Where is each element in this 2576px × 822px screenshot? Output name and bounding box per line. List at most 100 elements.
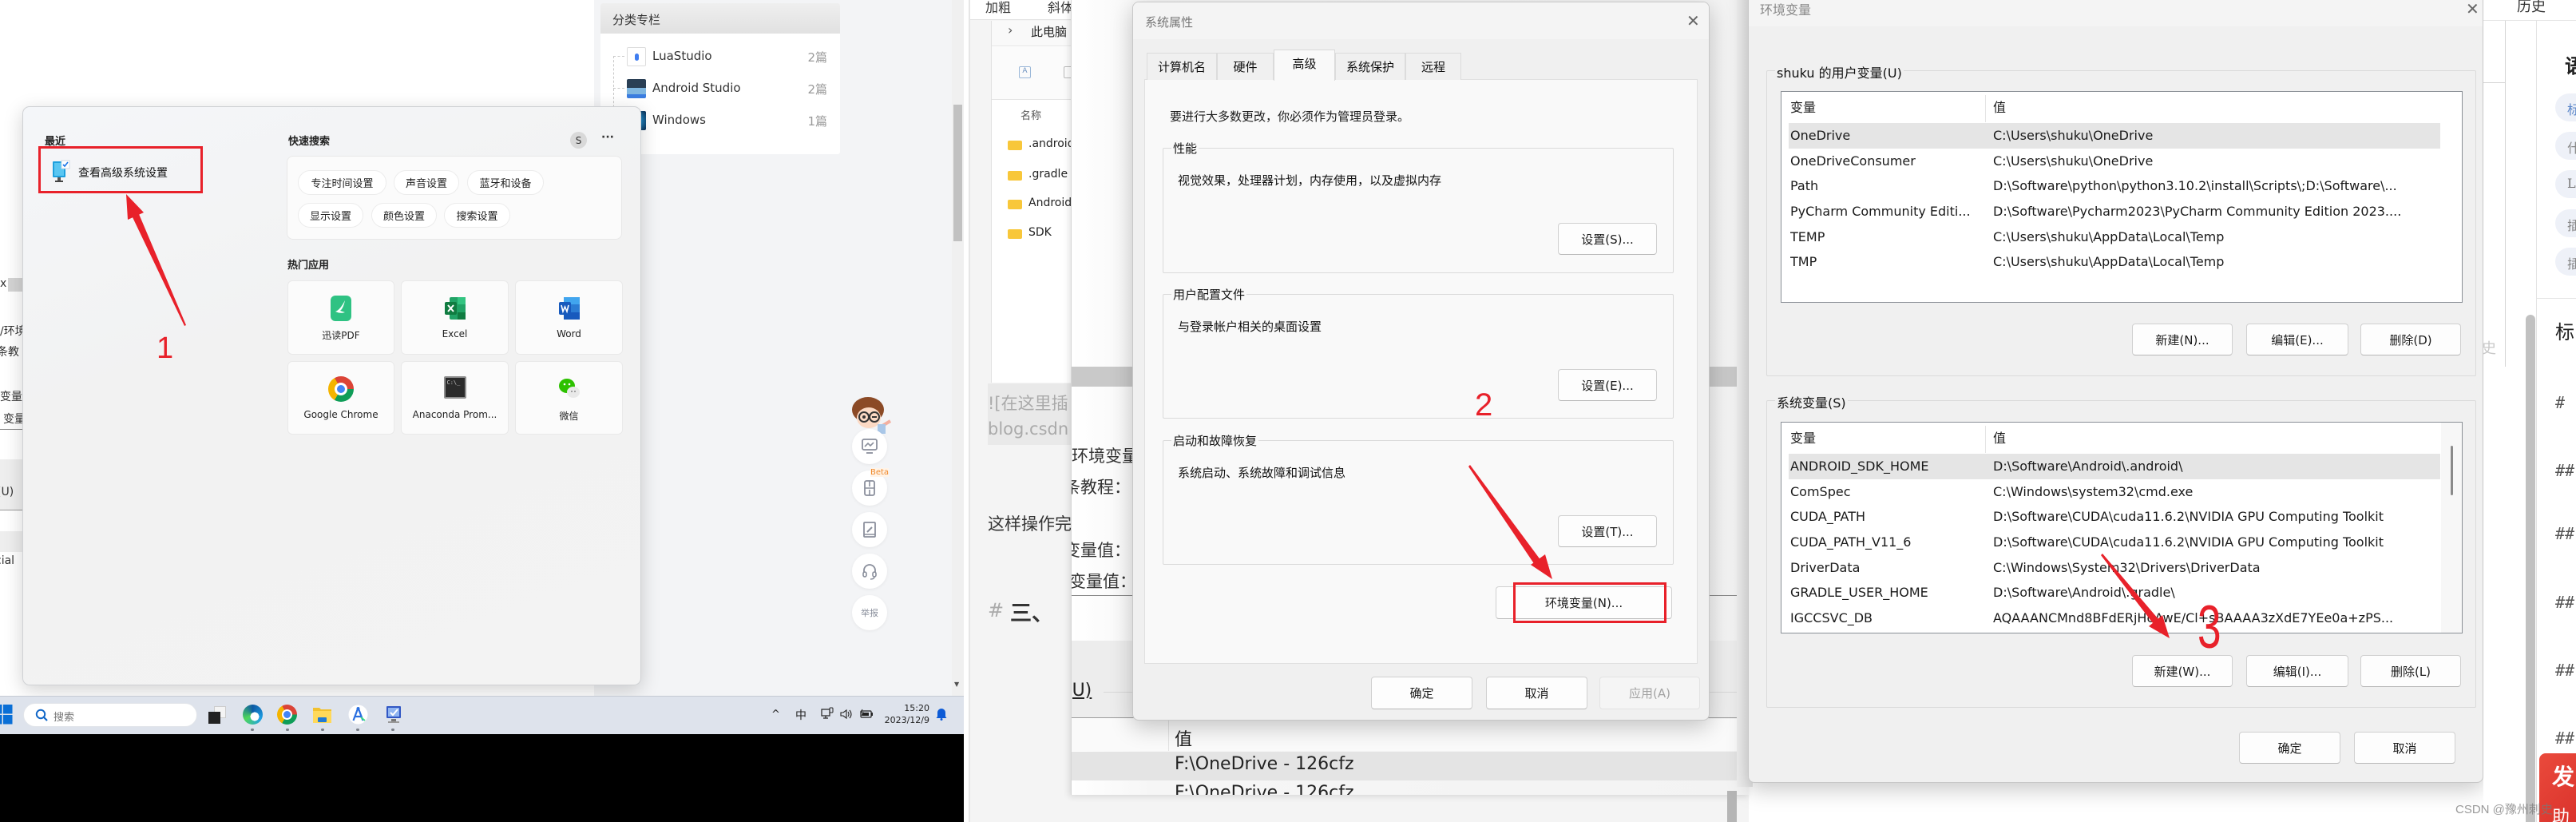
user-variables-list[interactable]: 变量 值 OneDrive C:\Users\shuku\OneDrive One… (1781, 91, 2463, 303)
tab-computer-name[interactable]: 计算机名 (1147, 53, 1217, 80)
system-delete-button[interactable]: 删除(L) (2360, 655, 2461, 687)
ok-button[interactable]: 确定 (1371, 677, 1472, 709)
user-variable-row[interactable]: PyCharm Community Editi... D:\Software\Py… (1789, 199, 2440, 224)
tag-label: 插 (2567, 218, 2576, 233)
system-variables-list[interactable]: 变量 值 ANDROID_SDK_HOME D:\Software\Android… (1781, 422, 2463, 633)
column-divider[interactable] (1985, 95, 1986, 122)
scroll-down-arrow-icon[interactable]: ▼ (954, 681, 959, 688)
tray-overflow-chevron[interactable]: ^ (771, 709, 780, 721)
column-header-value[interactable]: 值 (1993, 423, 2006, 454)
app-tile-chrome[interactable]: Google Chrome (287, 361, 394, 435)
user-variable-row[interactable]: TEMP C:\Users\shuku\AppData\Local\Temp (1789, 224, 2440, 250)
column-header-name[interactable]: 名称 (1020, 107, 1041, 122)
tab-hardware[interactable]: 硬件 (1217, 53, 1274, 80)
edit-note-button[interactable] (852, 512, 887, 547)
user-variable-row[interactable]: OneDrive C:\Users\shuku\OneDrive (1789, 123, 2440, 149)
column-header-variable[interactable]: 变量 (1790, 423, 1816, 454)
system-variable-row[interactable]: ANDROID_SDK_HOME D:\Software\Android\.and… (1789, 454, 2440, 479)
column-header-value[interactable]: 值 (1993, 92, 2006, 123)
app-tile-excel[interactable]: Excel (401, 280, 509, 355)
system-edit-button[interactable]: 编辑(I)... (2246, 655, 2348, 687)
report-button[interactable]: 举报 (852, 595, 887, 630)
luastudio-icon (627, 47, 646, 66)
close-icon[interactable]: ✕ (1686, 11, 1700, 30)
breadcrumb[interactable]: 此电脑 (1031, 23, 1067, 40)
avatar[interactable]: S (570, 132, 587, 149)
control-panel-icon[interactable] (383, 705, 403, 725)
page-scrollbar[interactable]: ▼ (952, 0, 964, 696)
volume-icon[interactable] (840, 709, 853, 720)
ime-indicator[interactable]: 中 (795, 707, 806, 723)
quick-search-chip[interactable]: 蓝牙和设备 (467, 170, 544, 195)
cancel-button[interactable]: 取消 (2354, 732, 2455, 764)
table-row-selected[interactable]: F:\OneDrive - 126cfz (1072, 752, 1749, 780)
table-row[interactable]: F:\OneDrive - 126cfz (1072, 780, 1749, 795)
user-edit-button[interactable]: 编辑(E)... (2246, 324, 2348, 355)
step-number-3: 3 (2198, 594, 2221, 661)
startup-recovery-settings-button[interactable]: 设置(T)... (1558, 515, 1657, 547)
tag-label: 插 (2567, 256, 2576, 272)
category-item[interactable]: Android Studio 2篇 (600, 77, 840, 101)
scrollbar-thumb[interactable] (2451, 446, 2453, 495)
file-explorer-icon[interactable] (312, 705, 332, 725)
taskbar-search-box[interactable]: 搜索 (23, 703, 197, 727)
edge-icon[interactable] (243, 705, 263, 725)
variable-value: C:\Users\shuku\AppData\Local\Temp (1993, 229, 2225, 244)
folder-name[interactable]: Android (1028, 197, 1071, 209)
system-variable-row[interactable]: GRADLE_USER_HOME D:\Software\Android\.gra… (1789, 580, 2440, 606)
tab-system-protection[interactable]: 系统保护 (1335, 53, 1405, 80)
chrome-taskbar-icon[interactable] (277, 705, 297, 725)
column-divider[interactable] (1985, 426, 1986, 453)
quick-search-chip[interactable]: 颜色设置 (371, 203, 437, 228)
app-tile-pdf[interactable]: 迅读PDF (287, 280, 394, 355)
trend-chart-button[interactable] (852, 429, 887, 464)
network-icon[interactable] (821, 707, 834, 721)
ok-button[interactable]: 确定 (2239, 732, 2340, 764)
android-studio-icon[interactable] (348, 705, 368, 725)
quick-search-chip[interactable]: 专注时间设置 (298, 170, 386, 195)
quick-search-chip[interactable]: 搜索设置 (444, 203, 510, 228)
user-variable-row[interactable]: TMP C:\Users\shuku\AppData\Local\Temp (1789, 249, 2440, 275)
user-variable-row[interactable]: OneDriveConsumer C:\Users\shuku\OneDrive (1789, 149, 2440, 174)
quick-search-chip[interactable]: 显示设置 (298, 203, 363, 228)
system-variable-row[interactable]: IGCCSVC_DB AQAAANCMnd8BFdERjHoAwE/Cl+sBAA… (1789, 606, 2440, 631)
user-new-button[interactable]: 新建(N)... (2132, 324, 2233, 355)
system-variable-row[interactable]: CUDA_PATH_V11_6 D:\Software\CUDA\cuda11.6… (1789, 530, 2440, 555)
scrollbar-thumb[interactable] (953, 105, 962, 241)
clock[interactable]: 15:20 2023/12/9 (878, 703, 929, 729)
notification-bell-icon[interactable] (936, 707, 947, 721)
system-variable-row[interactable]: CUDA_PATH D:\Software\CUDA\cuda11.6.2\NVI… (1789, 504, 2440, 530)
share-icon[interactable] (1064, 66, 1071, 78)
apply-button[interactable]: 应用(A) (1599, 677, 1700, 709)
list-scrollbar[interactable] (2441, 423, 2462, 633)
battery-icon[interactable] (859, 709, 874, 720)
performance-settings-button[interactable]: 设置(S)... (1558, 223, 1657, 255)
system-variable-row[interactable]: DriverData C:\Windows\System32\Drivers\Dr… (1789, 555, 2440, 581)
app-tile-wechat[interactable]: 微信 (515, 361, 623, 435)
task-view-icon[interactable] (208, 705, 228, 725)
folder-name[interactable]: .android (1028, 137, 1071, 150)
quick-search-chip[interactable]: 声音设置 (394, 170, 459, 195)
tab-remote[interactable]: 远程 (1405, 53, 1461, 80)
close-icon[interactable]: ✕ (2466, 0, 2479, 18)
system-variable-row[interactable]: ComSpec C:\Windows\system32\cmd.exe (1789, 479, 2440, 505)
history-tab[interactable]: 历史 (2517, 0, 2546, 16)
user-delete-button[interactable]: 删除(D) (2360, 324, 2461, 355)
rename-icon[interactable]: A (1019, 66, 1031, 78)
sidebar-scrollbar[interactable] (2526, 315, 2535, 822)
app-tile-word[interactable]: Word (515, 280, 623, 355)
column-header-variable[interactable]: 变量 (1790, 92, 1816, 123)
tab-advanced[interactable]: 高级 (1274, 50, 1335, 81)
bold-button[interactable]: 加粗 (985, 0, 1011, 16)
more-options-button[interactable]: ··· (601, 131, 614, 144)
user-profiles-settings-button[interactable]: 设置(E)... (1558, 369, 1657, 401)
app-tile-anaconda-prompt[interactable]: C:\_ Anaconda Prom... (401, 361, 509, 435)
category-item[interactable]: LuaStudio 2篇 (600, 45, 840, 69)
folder-name[interactable]: SDK (1028, 226, 1052, 239)
folder-name[interactable]: .gradle (1028, 168, 1068, 181)
italic-button[interactable]: 斜体 (1048, 0, 1073, 16)
windows-start-icon[interactable] (0, 705, 13, 725)
user-variable-row[interactable]: Path D:\Software\python\python3.10.2\inst… (1789, 173, 2440, 199)
cancel-button[interactable]: 取消 (1486, 677, 1587, 709)
customer-service-button[interactable] (852, 554, 887, 589)
